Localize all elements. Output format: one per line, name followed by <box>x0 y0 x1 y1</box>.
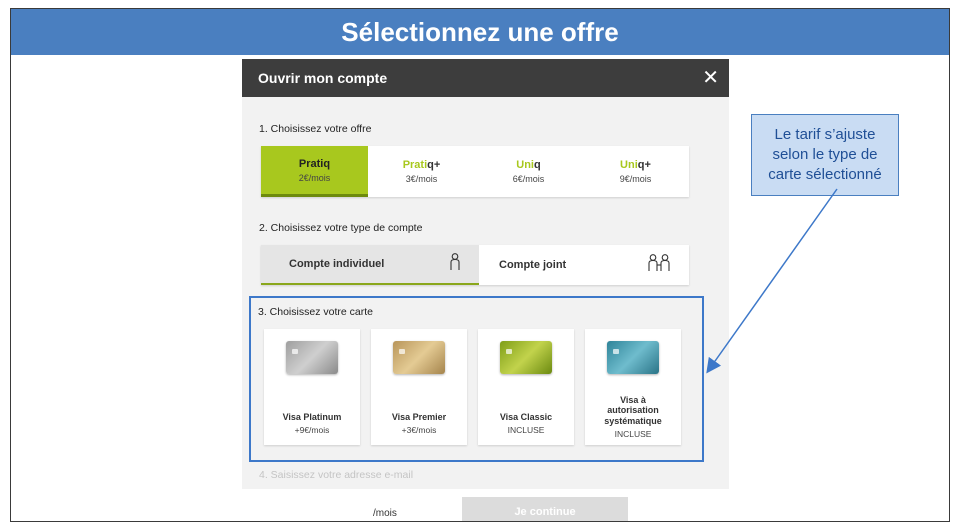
card-price: +3€/mois <box>401 425 437 435</box>
card-visa-systematic[interactable]: Visa à autorisation systématique INCLUSE <box>585 329 681 445</box>
person-icon <box>449 252 461 276</box>
card-price: +9€/mois <box>294 425 330 435</box>
account-opening-modal: Ouvrir mon compte ✕ 1. Choisissez votre … <box>242 59 729 521</box>
card-name: Visa à autorisation systématique <box>604 394 662 427</box>
price-per-month: /mois <box>373 508 397 519</box>
offer-uniq[interactable]: Uniq 6€/mois <box>475 146 582 197</box>
offer-name: Pratiq+ <box>402 159 441 171</box>
annotation-callout: Le tarif s’ajuste selon le type de carte… <box>751 114 899 196</box>
modal-footer: /mois Je continue <box>242 489 729 521</box>
step3-label: 3. Choisissez votre carte <box>258 306 373 318</box>
offer-uniq-plus[interactable]: Uniq+ 9€/mois <box>582 146 689 197</box>
card-price: INCLUSE <box>614 429 652 439</box>
step4-label: 4. Saisissez votre adresse e-mail <box>259 469 414 481</box>
offer-pratiq-plus[interactable]: Pratiq+ 3€/mois <box>368 146 475 197</box>
modal-title: Ouvrir mon compte <box>258 70 388 86</box>
offer-name: Pratiq <box>298 157 331 170</box>
account-individual[interactable]: Compte individuel <box>261 245 479 285</box>
two-persons-icon <box>647 253 671 277</box>
visa-platinum-card-image <box>286 341 338 374</box>
card-visa-platinum[interactable]: Visa Platinum +9€/mois <box>264 329 360 445</box>
account-label: Compte joint <box>499 259 567 271</box>
continue-button[interactable]: Je continue <box>462 497 628 521</box>
card-name: Visa Premier <box>391 412 447 423</box>
offer-name: Uniq+ <box>620 159 651 171</box>
card-name: Visa Platinum <box>282 412 342 423</box>
banner-title: Sélectionnez une offre <box>11 9 949 55</box>
card-visa-premier[interactable]: Visa Premier +3€/mois <box>371 329 467 445</box>
modal-header: Ouvrir mon compte ✕ <box>242 59 729 97</box>
offer-price: 3€/mois <box>405 174 438 184</box>
account-type-selector: Compte individuel Compte joint <box>261 245 689 285</box>
card-selection-highlight: 3. Choisissez votre carte Visa Platinum … <box>249 296 704 462</box>
close-icon[interactable]: ✕ <box>702 68 719 88</box>
card-name: Visa Classic <box>499 412 553 423</box>
offer-name: Uniq <box>516 159 541 171</box>
offer-price: 6€/mois <box>512 174 545 184</box>
visa-premier-card-image <box>393 341 445 374</box>
visa-systematic-card-image <box>607 341 659 374</box>
visa-classic-card-image <box>500 341 552 374</box>
account-joint[interactable]: Compte joint <box>479 245 689 285</box>
account-label: Compte individuel <box>289 258 385 270</box>
card-selector: Visa Platinum +9€/mois Visa Premier +3€/… <box>264 329 681 445</box>
step1-label: 1. Choisissez votre offre <box>259 123 372 135</box>
offer-price: 2€/mois <box>298 172 331 183</box>
step2-label: 2. Choisissez votre type de compte <box>259 222 423 234</box>
card-visa-classic[interactable]: Visa Classic INCLUSE <box>478 329 574 445</box>
offer-price: 9€/mois <box>619 174 652 184</box>
offer-selector: Pratiq 2€/mois Pratiq+ 3€/mois Uniq 6€/m… <box>261 146 689 197</box>
screenshot-frame: Sélectionnez une offre Ouvrir mon compte… <box>10 8 950 522</box>
offer-pratiq[interactable]: Pratiq 2€/mois <box>261 146 368 197</box>
card-price: INCLUSE <box>507 425 545 435</box>
